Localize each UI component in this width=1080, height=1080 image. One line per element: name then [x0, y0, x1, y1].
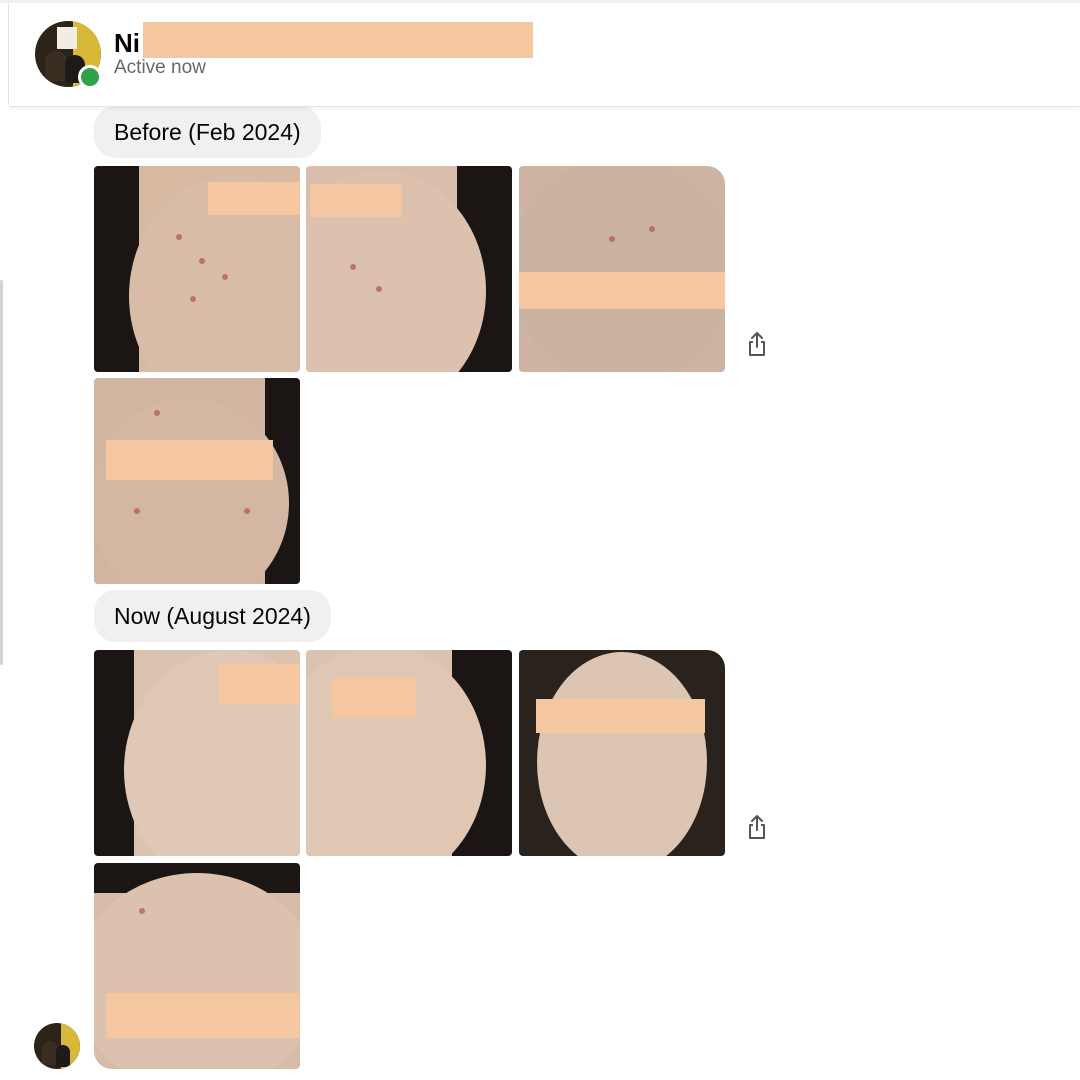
photo-before-4[interactable]	[94, 378, 300, 584]
avatar-person	[45, 51, 67, 81]
contact-name[interactable]: Ni	[114, 28, 140, 59]
face-redaction	[218, 664, 300, 704]
avatar-sign	[57, 27, 77, 49]
message-bubble[interactable]: Before (Feb 2024)	[94, 106, 321, 158]
sender-avatar[interactable]	[34, 1023, 80, 1069]
photo-spot	[176, 234, 182, 240]
photo-spot	[649, 226, 655, 232]
photo-spot	[190, 296, 196, 302]
photo-spot	[244, 508, 250, 514]
photo-now-1[interactable]	[94, 650, 300, 856]
scrollbar[interactable]	[0, 280, 3, 665]
face-redaction	[208, 182, 300, 215]
face-redaction	[536, 699, 705, 733]
photo-now-4[interactable]	[94, 863, 300, 1069]
photo-spot	[139, 908, 145, 914]
photo-spot	[222, 274, 228, 280]
face-redaction	[519, 272, 725, 309]
photo-spot	[350, 264, 356, 270]
photo-before-2[interactable]	[306, 166, 512, 372]
active-status: Active now	[114, 57, 206, 78]
share-icon[interactable]	[746, 813, 768, 841]
photo-spot	[134, 508, 140, 514]
photo-spot	[376, 286, 382, 292]
face-redaction	[106, 440, 273, 480]
photo-spot	[609, 236, 615, 242]
photo-spot	[199, 258, 205, 264]
photo-face	[537, 652, 707, 856]
conversation-header: Ni Active now	[9, 3, 1080, 107]
face-redaction	[106, 993, 300, 1038]
face-redaction	[332, 678, 416, 718]
share-icon[interactable]	[746, 330, 768, 358]
photo-face	[94, 873, 300, 1069]
avatar-person	[56, 1045, 70, 1067]
face-redaction	[310, 184, 402, 217]
online-status-dot	[78, 65, 102, 89]
photo-face	[94, 398, 289, 584]
photo-spot	[154, 410, 160, 416]
message-bubble[interactable]: Now (August 2024)	[94, 590, 331, 642]
photo-before-3[interactable]	[519, 166, 725, 372]
name-redaction	[143, 22, 533, 58]
photo-now-2[interactable]	[306, 650, 512, 856]
photo-now-3[interactable]	[519, 650, 725, 856]
photo-face	[519, 166, 725, 372]
photo-before-1[interactable]	[94, 166, 300, 372]
